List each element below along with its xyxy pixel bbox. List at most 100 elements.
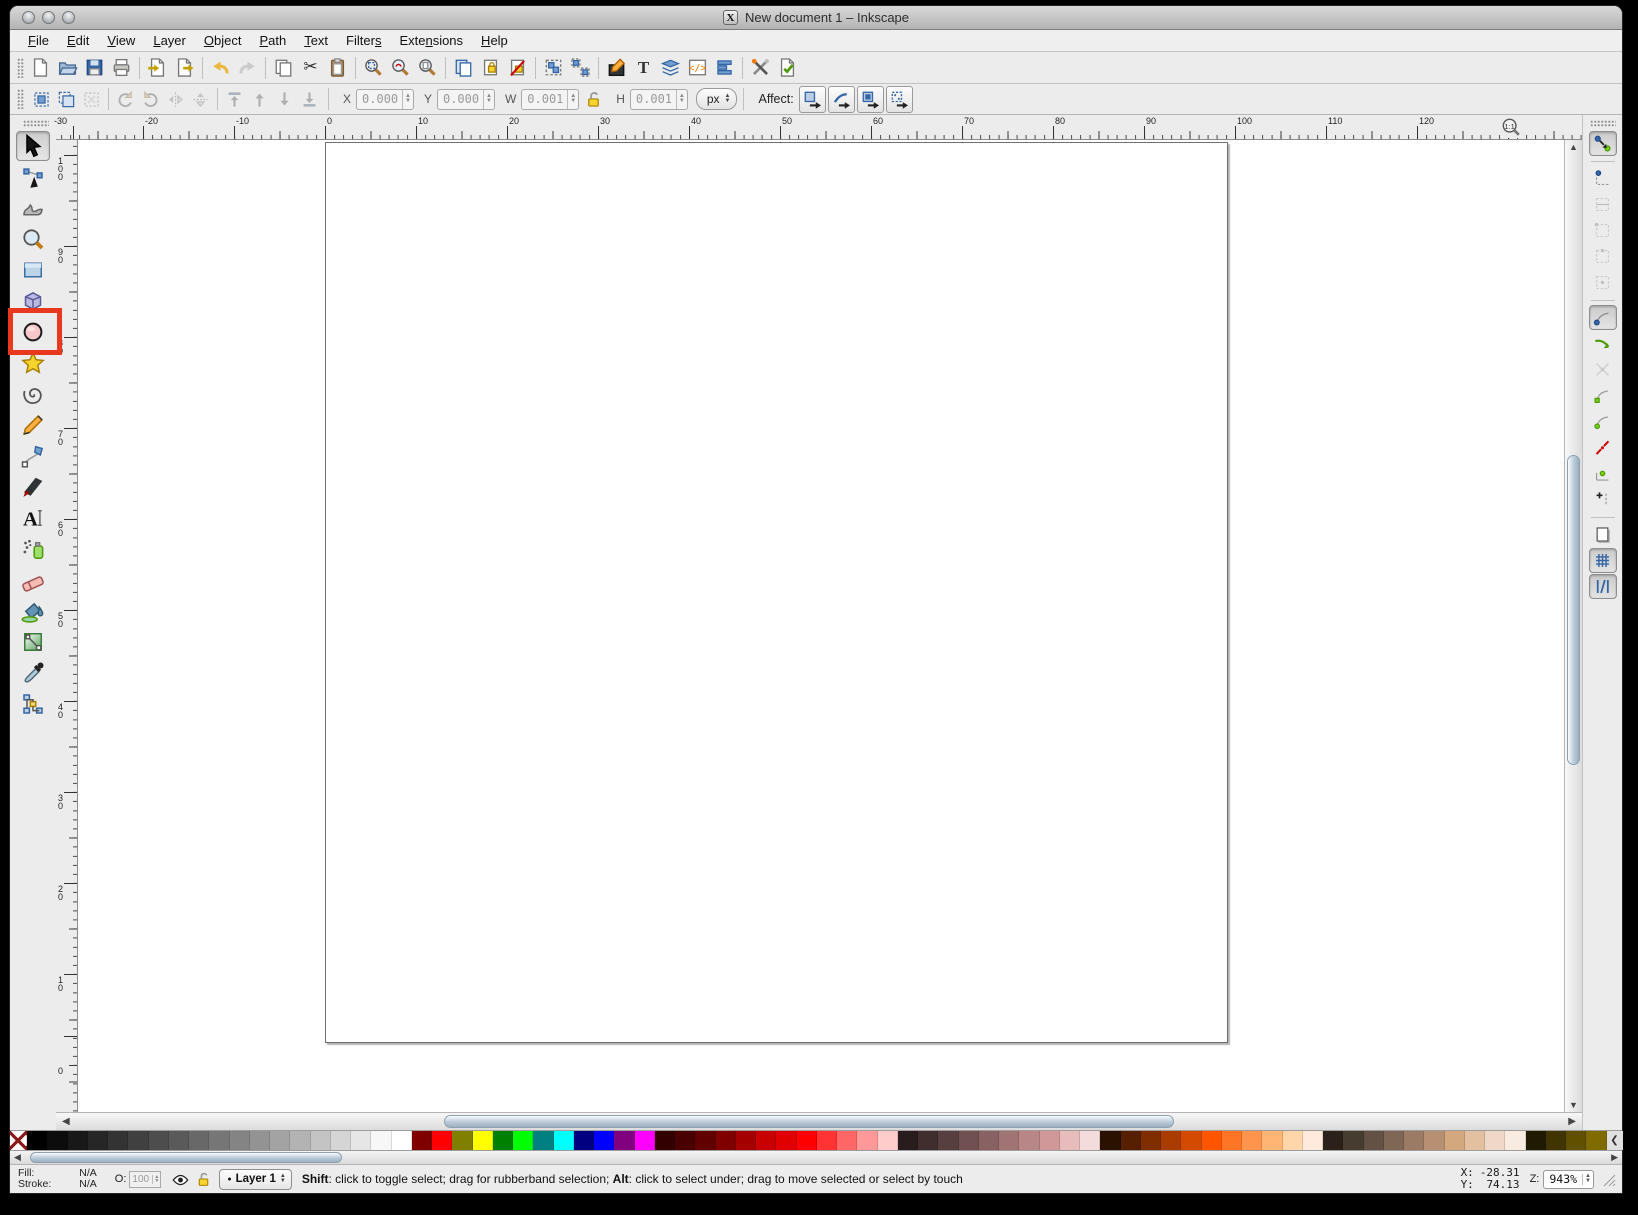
transform-patterns-button[interactable] xyxy=(886,86,913,113)
color-swatch[interactable] xyxy=(878,1131,898,1150)
tool-rectangle[interactable] xyxy=(16,255,50,285)
color-swatch[interactable] xyxy=(513,1131,533,1150)
tool-text[interactable]: A xyxy=(16,503,50,533)
color-swatch[interactable] xyxy=(1121,1131,1141,1150)
undo-button[interactable] xyxy=(207,54,234,81)
color-swatch[interactable] xyxy=(1323,1131,1343,1150)
menu-object[interactable]: Object xyxy=(196,32,250,49)
scroll-down-arrow-icon[interactable]: ▼ xyxy=(1565,1100,1582,1110)
color-swatch[interactable] xyxy=(554,1131,574,1150)
document-page[interactable] xyxy=(325,142,1228,1043)
color-swatch[interactable] xyxy=(88,1131,108,1150)
color-swatch[interactable] xyxy=(716,1131,736,1150)
color-swatch[interactable] xyxy=(1364,1131,1384,1150)
color-swatch[interactable] xyxy=(169,1131,189,1150)
unlink-clone-button[interactable] xyxy=(504,54,531,81)
color-swatch[interactable] xyxy=(1505,1131,1525,1150)
color-swatch[interactable] xyxy=(493,1131,513,1150)
raise-button[interactable] xyxy=(247,87,272,111)
color-swatch[interactable] xyxy=(1040,1131,1060,1150)
color-swatch[interactable] xyxy=(1424,1131,1444,1150)
toolbox-grip[interactable] xyxy=(23,120,49,127)
zoom-selection-button[interactable] xyxy=(360,54,387,81)
color-swatch[interactable] xyxy=(473,1131,493,1150)
lower-to-bottom-button[interactable] xyxy=(297,87,322,111)
units-dropdown[interactable]: px ▲▼ xyxy=(696,88,738,110)
y-field[interactable]: 0.000 ▲▼ xyxy=(437,89,495,110)
tool-bezier-pen[interactable] xyxy=(16,441,50,471)
color-swatch[interactable] xyxy=(452,1131,472,1150)
tool-paint-bucket[interactable] xyxy=(16,596,50,626)
vertical-scrollbar[interactable]: ▲ ▼ xyxy=(1564,140,1582,1112)
menu-edit[interactable]: Edit xyxy=(59,32,97,49)
fill-stroke-dialog-button[interactable] xyxy=(603,54,630,81)
menu-view[interactable]: View xyxy=(99,32,143,49)
color-swatch[interactable] xyxy=(857,1131,877,1150)
color-swatch[interactable] xyxy=(108,1131,128,1150)
print-button[interactable] xyxy=(108,54,135,81)
color-swatch[interactable] xyxy=(756,1131,776,1150)
vertical-ruler[interactable]: 1 0 09 08 07 06 05 04 03 02 01 00 xyxy=(56,140,78,1112)
raise-to-top-button[interactable] xyxy=(222,87,247,111)
zoom-drawing-button[interactable] xyxy=(387,54,414,81)
layer-selector[interactable]: ● Layer 1 ▲▼ xyxy=(219,1169,291,1190)
zoom-spinner[interactable]: ▲▼ xyxy=(1582,1174,1593,1185)
color-swatch[interactable] xyxy=(1445,1131,1465,1150)
w-field[interactable]: 0.001 ▲▼ xyxy=(521,89,579,110)
color-swatch[interactable] xyxy=(432,1131,452,1150)
flip-horizontal-button[interactable] xyxy=(163,87,188,111)
color-swatch[interactable] xyxy=(1141,1131,1161,1150)
color-swatch[interactable] xyxy=(1404,1131,1424,1150)
zoom-button[interactable] xyxy=(62,11,75,24)
snap-bbox-edges-button[interactable] xyxy=(1589,192,1617,217)
snap-bbox-edge-midpoints-button[interactable] xyxy=(1589,244,1617,269)
tool-spray[interactable] xyxy=(16,534,50,564)
color-swatch[interactable] xyxy=(47,1131,67,1150)
x-field-spinner[interactable]: ▲▼ xyxy=(402,90,413,109)
color-swatch[interactable] xyxy=(675,1131,695,1150)
snap-guides-button[interactable] xyxy=(1589,574,1617,599)
ungroup-button[interactable] xyxy=(567,54,594,81)
cut-button[interactable]: ✂ xyxy=(297,54,324,81)
menu-path[interactable]: Path xyxy=(251,32,294,49)
color-swatch[interactable] xyxy=(311,1131,331,1150)
tool-selector[interactable] xyxy=(16,131,50,161)
snap-grids-button[interactable] xyxy=(1589,548,1617,573)
color-swatch[interactable] xyxy=(1181,1131,1201,1150)
swatch-none[interactable] xyxy=(10,1131,27,1150)
color-swatch[interactable] xyxy=(392,1131,412,1150)
h-field[interactable]: 0.001 ▲▼ xyxy=(630,89,688,110)
color-swatch[interactable] xyxy=(776,1131,796,1150)
color-swatch[interactable] xyxy=(695,1131,715,1150)
color-swatch[interactable] xyxy=(1546,1131,1566,1150)
horizontal-scrollbar-thumb[interactable] xyxy=(444,1115,1174,1128)
tool-box-3d[interactable] xyxy=(16,286,50,316)
color-swatch[interactable] xyxy=(209,1131,229,1150)
color-swatch[interactable] xyxy=(837,1131,857,1150)
menu-text[interactable]: Text xyxy=(296,32,336,49)
color-swatch[interactable] xyxy=(1100,1131,1120,1150)
color-swatch[interactable] xyxy=(979,1131,999,1150)
color-swatch[interactable] xyxy=(189,1131,209,1150)
tool-ellipse[interactable] xyxy=(16,317,50,347)
copy-button[interactable] xyxy=(270,54,297,81)
align-dialog-button[interactable] xyxy=(711,54,738,81)
snap-to-paths-button[interactable] xyxy=(1589,331,1617,356)
redo-button[interactable] xyxy=(234,54,261,81)
palette-scroll-right-icon[interactable]: ▶ xyxy=(1611,1151,1618,1164)
color-swatch[interactable] xyxy=(938,1131,958,1150)
close-button[interactable] xyxy=(22,11,35,24)
duplicate-button[interactable] xyxy=(450,54,477,81)
menu-file[interactable]: File xyxy=(20,32,57,49)
transform-corners-button[interactable] xyxy=(828,86,855,113)
save-button[interactable] xyxy=(81,54,108,81)
preferences-button[interactable] xyxy=(747,54,774,81)
color-swatch[interactable] xyxy=(1303,1131,1323,1150)
snap-smooth-nodes-button[interactable] xyxy=(1589,409,1617,434)
snap-nodes-button[interactable] xyxy=(1589,305,1617,330)
scroll-right-arrow-icon[interactable]: ▶ xyxy=(1568,1115,1576,1129)
color-swatch[interactable] xyxy=(999,1131,1019,1150)
menu-filters[interactable]: Filters xyxy=(338,32,389,49)
color-swatch[interactable] xyxy=(331,1131,351,1150)
y-field-spinner[interactable]: ▲▼ xyxy=(483,90,494,109)
